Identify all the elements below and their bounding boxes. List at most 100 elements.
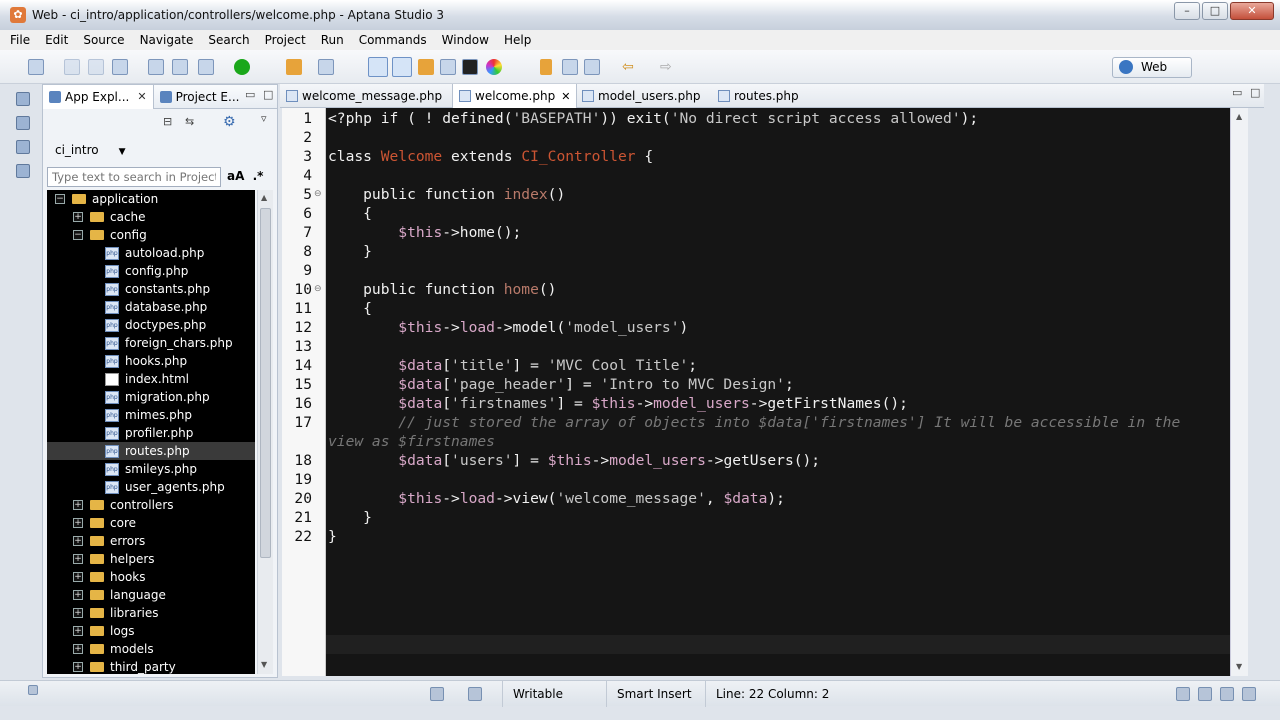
open-type-icon[interactable] [148, 59, 164, 75]
close-tab-icon[interactable]: ✕ [561, 90, 570, 103]
menu-navigate[interactable]: Navigate [140, 33, 194, 47]
mark-occurrences-icon[interactable] [540, 59, 552, 75]
explorer-scrollbar[interactable]: ▲ ▼ [257, 190, 273, 674]
status-gear-icon[interactable] [468, 687, 482, 701]
menu-edit[interactable]: Edit [45, 33, 68, 47]
debug-icon[interactable] [198, 59, 214, 75]
expand-icon[interactable]: + [73, 536, 83, 546]
collapse-icon[interactable]: − [55, 194, 65, 204]
tree-item[interactable]: + helpers [47, 550, 255, 568]
save-all-icon[interactable] [88, 59, 104, 75]
tree-item[interactable]: + logs [47, 622, 255, 640]
scroll-down-icon[interactable]: ▼ [261, 660, 267, 669]
tree-item[interactable]: + hooks [47, 568, 255, 586]
code-editor[interactable]: 1 2 3 4 5 ⊖ 6 7 8 9 10 ⊖ 11 12 13 14 15 16 17 18 19 20 21 22 <?… [282, 108, 1248, 676]
minimize-editor-icon[interactable]: ▭ [1232, 86, 1242, 99]
split-view-icon[interactable] [392, 57, 412, 77]
tree-item[interactable]: php hooks.php [47, 352, 255, 370]
tree-item[interactable]: php smileys.php [47, 460, 255, 478]
minimize-button[interactable]: – [1174, 2, 1200, 20]
references-icon[interactable] [16, 140, 30, 154]
status-home-icon[interactable] [430, 687, 444, 701]
scroll-down-icon[interactable]: ▼ [1236, 662, 1242, 671]
expand-icon[interactable]: + [73, 662, 83, 672]
console-icon[interactable] [462, 59, 478, 75]
expand-icon[interactable]: + [73, 608, 83, 618]
hierarchy-icon[interactable] [16, 116, 30, 130]
tree-item[interactable]: php user_agents.php [47, 478, 255, 496]
editor-tab[interactable]: routes.php [712, 84, 805, 108]
expand-icon[interactable]: + [73, 212, 83, 222]
gear-icon[interactable]: ⚙ [223, 114, 236, 130]
bookmark-icon[interactable] [16, 164, 30, 178]
maximize-panel-icon[interactable] [1242, 687, 1256, 701]
expand-icon[interactable]: + [73, 554, 83, 564]
block-select-icon[interactable] [562, 59, 578, 75]
project-selector[interactable]: ci_intro ▼ [55, 143, 126, 157]
scroll-up-icon[interactable]: ▲ [1236, 112, 1242, 121]
restore-icon[interactable] [1176, 687, 1190, 701]
maximize-button[interactable]: □ [1202, 2, 1228, 20]
fast-view-icon[interactable] [28, 685, 38, 695]
tree-item[interactable]: php doctypes.php [47, 316, 255, 334]
menu-file[interactable]: File [10, 33, 30, 47]
fold-icon[interactable]: ⊖ [314, 189, 322, 199]
code-area[interactable]: <?php if ( ! defined('BASEPATH')) exit('… [328, 108, 1228, 676]
close-tab-icon[interactable]: ✕ [137, 90, 146, 103]
terminal-view-icon[interactable] [1220, 687, 1234, 701]
tree-item[interactable]: php foreign_chars.php [47, 334, 255, 352]
tree-item[interactable]: index.html [47, 370, 255, 388]
editor-tab[interactable]: welcome_message.php [280, 84, 448, 108]
run-icon[interactable] [234, 59, 250, 75]
expand-icon[interactable]: + [73, 500, 83, 510]
menu-search[interactable]: Search [208, 33, 249, 47]
expand-icon[interactable]: + [73, 626, 83, 636]
terminal-icon[interactable] [440, 59, 456, 75]
show-whitespace-icon[interactable] [584, 59, 600, 75]
editor-tab[interactable]: welcome.php ✕ [452, 84, 578, 108]
project-search-input[interactable] [47, 167, 221, 187]
scroll-up-icon[interactable]: ▲ [261, 193, 267, 202]
expand-icon[interactable]: + [73, 590, 83, 600]
new-icon[interactable] [28, 59, 44, 75]
print-icon[interactable] [112, 59, 128, 75]
tree-item[interactable]: + libraries [47, 604, 255, 622]
maximize-editor-icon[interactable]: □ [1250, 86, 1260, 99]
menu-help[interactable]: Help [504, 33, 531, 47]
tree-item[interactable]: + cache [47, 208, 255, 226]
search-files-icon[interactable] [172, 59, 188, 75]
view-menu-icon[interactable]: ▿ [261, 112, 267, 125]
collapse-all-icon[interactable]: ⊟ [163, 115, 172, 128]
forward-arrow-icon[interactable]: ⇨ [660, 59, 676, 75]
editor-tab[interactable]: model_users.php [576, 84, 706, 108]
format-icon[interactable] [418, 59, 434, 75]
tree-item[interactable]: − config [47, 226, 255, 244]
tree-item[interactable]: + core [47, 514, 255, 532]
restore-view-icon[interactable] [16, 92, 30, 106]
open-folder-icon[interactable] [286, 59, 302, 75]
expand-icon[interactable]: + [73, 644, 83, 654]
back-arrow-icon[interactable]: ⇦ [622, 59, 638, 75]
color-picker-icon[interactable] [486, 59, 502, 75]
tree-item[interactable]: − application [47, 190, 255, 208]
menu-commands[interactable]: Commands [359, 33, 427, 47]
perspective-web-button[interactable]: Web [1112, 57, 1192, 78]
tree-item[interactable]: php mimes.php [47, 406, 255, 424]
console-view-icon[interactable] [1198, 687, 1212, 701]
tree-item[interactable]: + third_party [47, 658, 255, 674]
expand-icon[interactable]: + [73, 518, 83, 528]
tree-item[interactable]: php migration.php [47, 388, 255, 406]
tree-item[interactable]: php config.php [47, 262, 255, 280]
tree-item[interactable]: php database.php [47, 298, 255, 316]
close-button[interactable]: ✕ [1230, 2, 1274, 20]
menu-run[interactable]: Run [321, 33, 344, 47]
collapse-icon[interactable]: − [73, 230, 83, 240]
menu-project[interactable]: Project [265, 33, 306, 47]
menu-source[interactable]: Source [83, 33, 124, 47]
tree-item[interactable]: + models [47, 640, 255, 658]
outline-view-icon[interactable] [368, 57, 388, 77]
tree-item[interactable]: php constants.php [47, 280, 255, 298]
expand-icon[interactable]: + [73, 572, 83, 582]
tab-app-explorer[interactable]: App Expl... ✕ [43, 84, 154, 109]
deploy-icon[interactable] [318, 59, 334, 75]
